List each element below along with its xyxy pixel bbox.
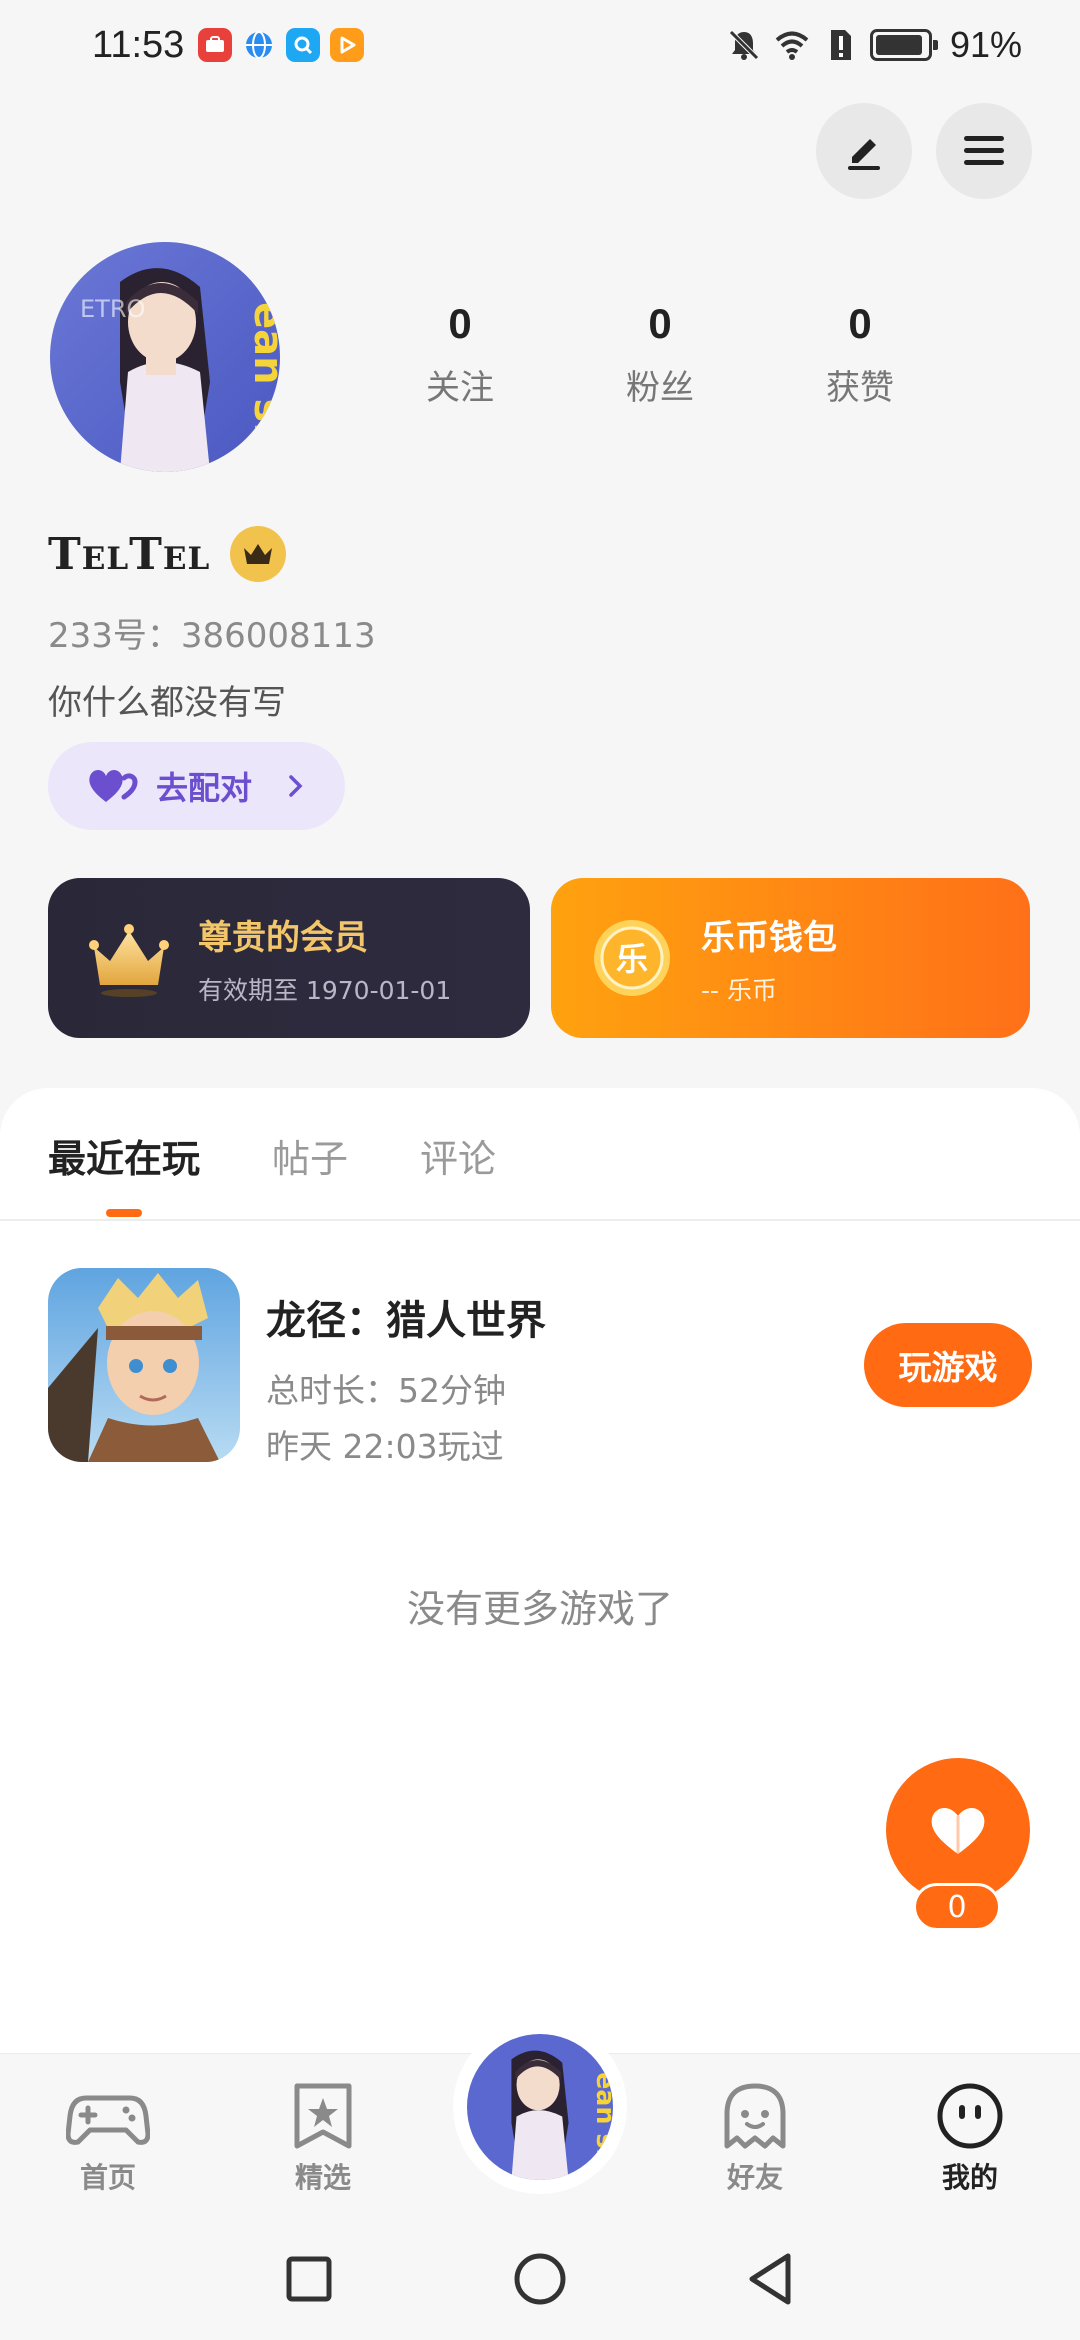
search-app-icon bbox=[286, 28, 321, 62]
stat-value: 0 bbox=[848, 300, 872, 347]
wallet-card[interactable]: 乐 乐币钱包 -- 乐币 bbox=[551, 878, 1030, 1038]
svg-text:ean sky: ean sky bbox=[245, 302, 280, 472]
chevron-right-icon bbox=[289, 775, 303, 797]
center-avatar-image: ean sky bbox=[467, 2034, 613, 2180]
battery-percent: 91% bbox=[949, 24, 1022, 65]
nav-friends[interactable]: 好友 bbox=[685, 2080, 825, 2196]
tab-recent-games[interactable]: 最近在玩 bbox=[48, 1128, 200, 1217]
tab-comments[interactable]: 评论 bbox=[420, 1128, 496, 1183]
heart-pair-icon bbox=[89, 770, 138, 802]
stat-value: 0 bbox=[648, 300, 672, 347]
nav-featured[interactable]: 精选 bbox=[253, 2080, 393, 2196]
match-button[interactable]: 去配对 bbox=[48, 742, 345, 830]
nav-label-text: 我的 bbox=[941, 2161, 998, 2194]
wallet-card-subtitle: -- 乐币 bbox=[701, 975, 777, 1005]
mute-bell-icon bbox=[729, 30, 759, 60]
back-triangle-icon[interactable] bbox=[736, 2244, 806, 2314]
stat-likes[interactable]: 0 获赞 bbox=[760, 300, 960, 409]
nav-label: 精选 bbox=[294, 2161, 351, 2194]
wallet-card-text: 乐币钱包 -- 乐币 bbox=[701, 910, 837, 1007]
nav-label: 好友 bbox=[726, 2161, 783, 2194]
recent-apps-icon[interactable] bbox=[274, 2244, 344, 2314]
tabs-divider bbox=[0, 1219, 1080, 1221]
username-row: TelTel bbox=[48, 526, 287, 582]
menu-button[interactable] bbox=[936, 103, 1032, 199]
ghost-icon bbox=[724, 2083, 786, 2149]
recent-game-item[interactable]: 龙径：猎人世界 总时长：52分钟 昨天 22:03玩过 玩游戏 bbox=[48, 1268, 1032, 1466]
stat-label: 粉丝 bbox=[626, 368, 694, 408]
stat-label: 获赞 bbox=[826, 368, 894, 408]
anime-girl-avatar-image: ean sky ETRO bbox=[50, 242, 280, 472]
gold-crown-icon bbox=[89, 924, 169, 997]
game-last-played: 昨天 22:03玩过 bbox=[266, 1427, 504, 1466]
member-card-text: 尊贵的会员 有效期至 1970-01-01 bbox=[198, 910, 451, 1007]
coin-glyph: 乐 bbox=[616, 940, 648, 978]
nav-label: 首页 bbox=[79, 2161, 136, 2194]
profile-stats: 0 关注 0 粉丝 0 获赞 bbox=[360, 300, 960, 409]
game-duration: 总时长：52分钟 bbox=[266, 1371, 506, 1410]
edit-profile-button[interactable] bbox=[816, 103, 912, 199]
floating-like-button[interactable] bbox=[886, 1758, 1030, 1902]
stat-value: 0 bbox=[448, 300, 472, 347]
username: TelTel bbox=[48, 528, 211, 580]
coin-icon: 乐 bbox=[594, 920, 670, 996]
no-more-games-text: 没有更多游戏了 bbox=[406, 1587, 673, 1631]
wallet-card-title: 乐币钱包 bbox=[701, 917, 837, 958]
home-circle-icon[interactable] bbox=[505, 2244, 575, 2314]
svg-text:ETRO: ETRO bbox=[80, 295, 145, 323]
battery-icon bbox=[869, 29, 938, 61]
browser-icon bbox=[242, 28, 276, 62]
pencil-icon bbox=[848, 139, 880, 170]
status-left: 11:53 bbox=[92, 23, 365, 67]
nav-me[interactable]: 我的 bbox=[900, 2080, 1040, 2204]
smiley-face-icon bbox=[937, 2083, 1003, 2149]
profile-avatar[interactable]: ean sky ETRO bbox=[50, 242, 280, 472]
sim-alert-icon bbox=[830, 30, 851, 60]
like-count-badge: 0 bbox=[913, 1883, 1001, 1931]
member-card-title: 尊贵的会员 bbox=[198, 917, 368, 958]
gamepad-icon bbox=[66, 2095, 150, 2145]
status-time: 11:53 bbox=[92, 23, 185, 66]
huawei-app-icon bbox=[198, 28, 233, 62]
user-id: 233号：386008113 bbox=[48, 616, 376, 656]
member-card-subtitle: 有效期至 1970-01-01 bbox=[198, 975, 452, 1005]
game-title[interactable]: 龙径：猎人世界 bbox=[266, 1288, 546, 1346]
system-nav-bar bbox=[0, 2218, 1080, 2340]
video-app-icon bbox=[330, 28, 365, 62]
nav-center-avatar[interactable]: ean sky bbox=[453, 2020, 627, 2194]
user-bio: 你什么都没有写 bbox=[48, 683, 286, 723]
stat-followers[interactable]: 0 粉丝 bbox=[560, 300, 760, 409]
heart-icon bbox=[931, 1807, 985, 1854]
content-tabs: 最近在玩 帖子 评论 bbox=[48, 1128, 496, 1217]
tab-posts[interactable]: 帖子 bbox=[272, 1128, 348, 1183]
stat-following[interactable]: 0 关注 bbox=[360, 300, 560, 409]
hamburger-menu-icon bbox=[964, 136, 1004, 165]
stat-label: 关注 bbox=[426, 368, 494, 408]
status-right: 91% bbox=[726, 24, 1022, 66]
game-cover-image[interactable] bbox=[48, 1268, 240, 1462]
wifi-icon bbox=[775, 31, 809, 60]
vip-crown-icon[interactable] bbox=[230, 526, 287, 582]
status-bar: 11:53 91% bbox=[0, 0, 1080, 90]
play-game-button[interactable]: 玩游戏 bbox=[864, 1323, 1032, 1407]
member-card[interactable]: 尊贵的会员 有效期至 1970-01-01 bbox=[48, 878, 530, 1038]
nav-label: 我的 bbox=[900, 2156, 1040, 2204]
nav-home[interactable]: 首页 bbox=[38, 2080, 178, 2196]
match-label: 去配对 bbox=[156, 769, 253, 807]
star-bookmark-icon bbox=[294, 2083, 352, 2149]
